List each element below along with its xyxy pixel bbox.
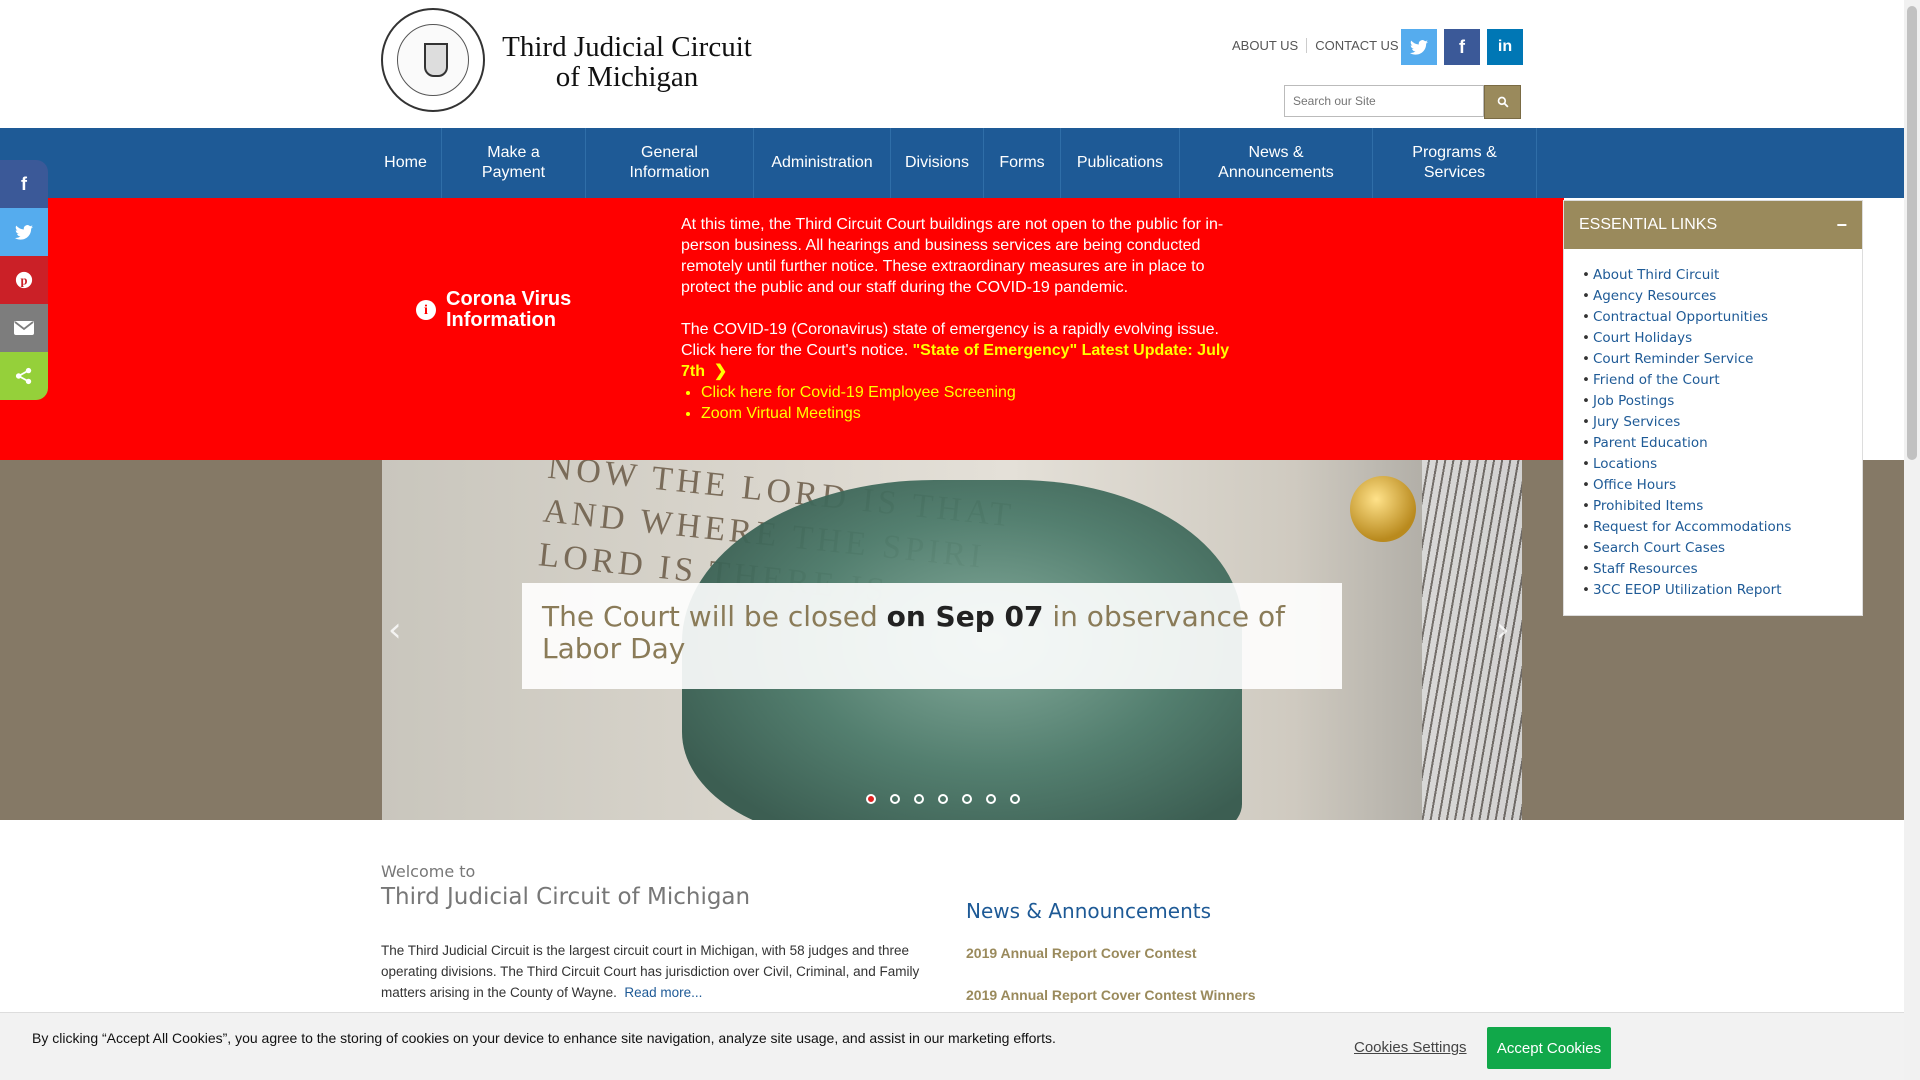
nav-news-announcements[interactable]: News & Announcements [1180, 128, 1373, 198]
share-more-icon[interactable] [0, 352, 48, 400]
caption-pre: The Court will be closed [542, 600, 887, 633]
share-facebook-icon[interactable]: f [0, 160, 48, 208]
info-icon: i [416, 300, 436, 320]
zoom-meetings-link[interactable]: Zoom Virtual Meetings [701, 403, 1241, 424]
slide-caption[interactable]: The Court will be closed on Sep 07 in ob… [522, 583, 1342, 689]
corona-heading-line1: Corona Virus [446, 288, 572, 310]
slider-dot[interactable] [890, 794, 900, 804]
about-us-link[interactable]: ABOUT US [1224, 38, 1306, 53]
share-twitter-icon[interactable] [0, 208, 48, 256]
news-item-link[interactable]: 2019 Annual Report Cover Contest Winners [966, 987, 1256, 1003]
essential-link[interactable]: Prohibited Items [1582, 496, 1791, 517]
court-seal-logo[interactable] [381, 8, 485, 112]
page-scrollbar[interactable] [1904, 0, 1920, 1080]
essential-links-header[interactable]: ESSENTIAL LINKS − [1564, 201, 1862, 249]
site-title[interactable]: Third Judicial Circuit of Michigan [492, 32, 762, 92]
slider-dots [866, 794, 1034, 804]
slider-dot[interactable] [1010, 794, 1020, 804]
linkedin-icon[interactable]: in [1487, 29, 1523, 65]
alert-text: At this time, the Third Circuit Court bu… [681, 214, 1241, 424]
caption-date: on Sep 07 [886, 600, 1044, 633]
slider-dot[interactable] [866, 794, 876, 804]
scrollbar-thumb[interactable] [1907, 6, 1917, 460]
alert-links-list: Click here for Covid-19 Employee Screeni… [681, 382, 1241, 424]
linkedin-glyph: in [1497, 38, 1513, 55]
nav-administration[interactable]: Administration [754, 128, 891, 198]
accept-cookies-button[interactable]: Accept Cookies [1487, 1027, 1611, 1069]
svg-text:p: p [20, 274, 27, 288]
main-nav: Home Make a Payment General Information … [0, 128, 1904, 198]
slider-next-arrow-icon[interactable]: › [1496, 610, 1510, 650]
share-pinterest-icon[interactable]: p [0, 256, 48, 304]
search-input[interactable] [1284, 85, 1484, 117]
cookies-settings-link[interactable]: Cookies Settings [1354, 1039, 1467, 1056]
essential-link[interactable]: Job Postings [1582, 391, 1791, 412]
chevron-right-icon: ❯ [705, 363, 728, 380]
share-facebook-glyph: f [21, 173, 27, 194]
slider-dot[interactable] [938, 794, 948, 804]
facebook-glyph: f [1459, 36, 1465, 57]
essential-link[interactable]: Court Reminder Service [1582, 349, 1791, 370]
facebook-icon[interactable]: f [1444, 29, 1480, 65]
essential-links-panel: ESSENTIAL LINKS − About Third Circuit Ag… [1563, 200, 1863, 616]
page: Third Judicial Circuit of Michigan ABOUT… [0, 0, 1904, 1080]
essential-link[interactable]: 3CC EEOP Utilization Report [1582, 580, 1791, 601]
slider-dot[interactable] [914, 794, 924, 804]
site-title-line1: Third Judicial Circuit [502, 31, 752, 63]
read-more-link[interactable]: Read more... [624, 985, 702, 1000]
nav-home[interactable]: Home [370, 128, 442, 198]
essential-link[interactable]: Jury Services [1582, 412, 1791, 433]
nav-divisions[interactable]: Divisions [891, 128, 984, 198]
seal-inner [397, 24, 469, 96]
essential-link[interactable]: Friend of the Court [1582, 370, 1791, 391]
alert-paragraph-1: At this time, the Third Circuit Court bu… [681, 216, 1224, 296]
welcome-body: The Third Judicial Circuit is the larges… [381, 940, 937, 1003]
essential-link[interactable]: Agency Resources [1582, 286, 1791, 307]
essential-link[interactable]: Office Hours [1582, 475, 1791, 496]
essential-link[interactable]: Staff Resources [1582, 559, 1791, 580]
collapse-icon[interactable]: − [1836, 215, 1847, 236]
nav-publications[interactable]: Publications [1061, 128, 1180, 198]
share-email-icon[interactable] [0, 304, 48, 352]
essential-links-list: About Third Circuit Agency Resources Con… [1582, 265, 1791, 601]
essential-link[interactable]: Request for Accommodations [1582, 517, 1791, 538]
welcome-kicker: Welcome to [381, 862, 476, 881]
slider-prev-arrow-icon[interactable]: ‹ [388, 610, 402, 650]
news-item-link[interactable]: 2019 Annual Report Cover Contest [966, 945, 1197, 961]
news-section-title: News & Announcements [966, 899, 1211, 923]
essential-link[interactable]: Contractual Opportunities [1582, 307, 1791, 328]
essential-link[interactable]: Search Court Cases [1582, 538, 1791, 559]
twitter-icon[interactable] [1401, 29, 1437, 65]
top-links: ABOUT US CONTACT US [1224, 38, 1407, 53]
shield-icon [424, 43, 448, 77]
essential-link[interactable]: Court Holidays [1582, 328, 1791, 349]
cookie-text: By clicking “Accept All Cookies”, you ag… [32, 1030, 1056, 1046]
essential-link[interactable]: Locations [1582, 454, 1791, 475]
nav-programs-services[interactable]: Programs & Services [1373, 128, 1537, 198]
nav-forms[interactable]: Forms [984, 128, 1061, 198]
welcome-title: Third Judicial Circuit of Michigan [381, 884, 751, 910]
site-header: Third Judicial Circuit of Michigan ABOUT… [0, 0, 1904, 128]
corona-virus-heading[interactable]: i Corona Virus Information [416, 289, 571, 331]
nav-general-information[interactable]: General Information [586, 128, 754, 198]
essential-link[interactable]: Parent Education [1582, 433, 1791, 454]
cookie-consent-bar: By clicking “Accept All Cookies”, you ag… [0, 1012, 1904, 1080]
corona-heading-line2: Information [446, 309, 556, 331]
slider-dot[interactable] [962, 794, 972, 804]
slider-dot[interactable] [986, 794, 996, 804]
essential-links-title: ESSENTIAL LINKS [1579, 216, 1718, 233]
essential-link[interactable]: About Third Circuit [1582, 265, 1791, 286]
nav-make-a-payment[interactable]: Make a Payment [442, 128, 586, 198]
golden-sphere [1350, 476, 1416, 542]
contact-us-link[interactable]: CONTACT US [1306, 38, 1406, 53]
site-title-line2: of Michigan [555, 61, 699, 93]
search-button[interactable] [1484, 85, 1521, 119]
search-icon [1497, 96, 1509, 108]
employee-screening-link[interactable]: Click here for Covid-19 Employee Screeni… [701, 382, 1241, 403]
